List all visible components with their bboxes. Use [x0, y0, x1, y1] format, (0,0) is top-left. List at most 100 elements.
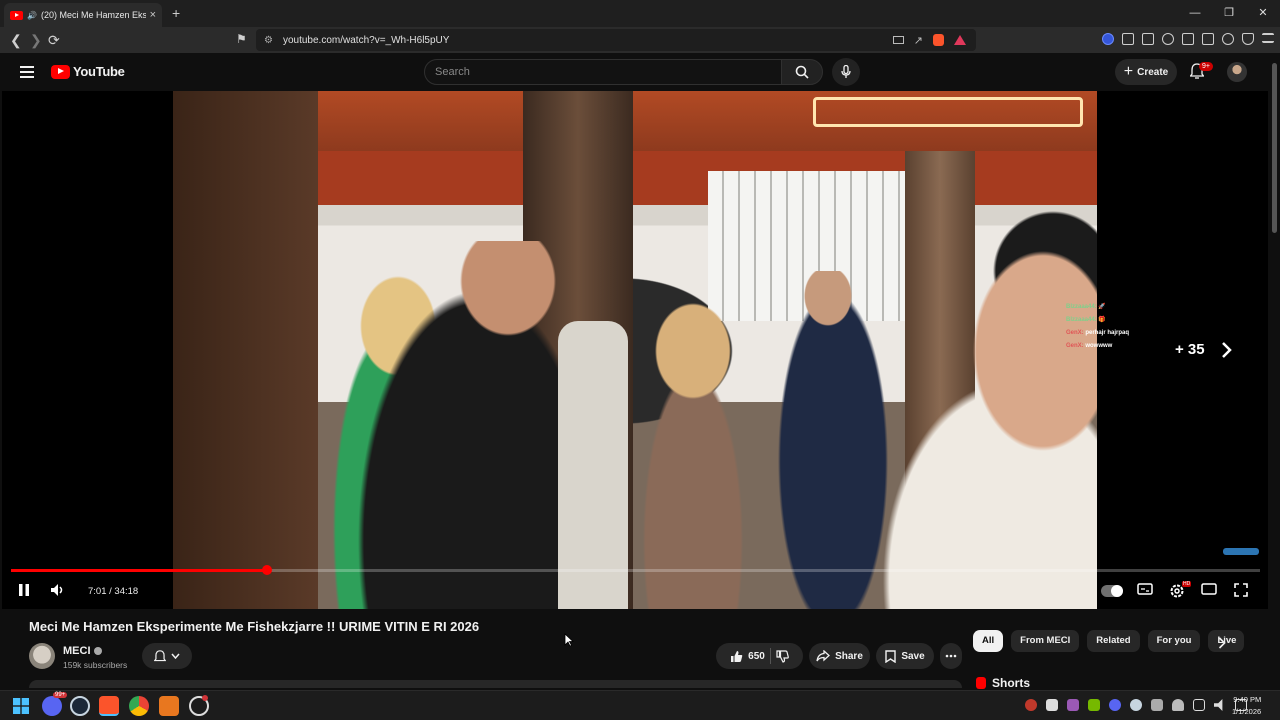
youtube-masthead: YouTube Search + Create 9+ — [0, 53, 1270, 91]
search-input[interactable]: Search — [424, 59, 782, 85]
system-clock[interactable]: 9:40 PM 1/1/2026 — [1232, 694, 1261, 718]
chat-user: Blzzaaa44: — [1066, 304, 1097, 310]
extensions-icon[interactable] — [1122, 33, 1134, 45]
sidebar-icon[interactable] — [1182, 33, 1194, 45]
tray-app-icon[interactable] — [1025, 699, 1037, 711]
app-launcher-icon[interactable] — [159, 696, 179, 716]
music-icon[interactable] — [1162, 33, 1174, 45]
thumbs-down-icon[interactable] — [776, 649, 789, 663]
youtube-wordmark: YouTube — [73, 64, 125, 79]
autoplay-toggle[interactable] — [1101, 585, 1123, 597]
description-box[interactable] — [29, 680, 962, 688]
scene-light — [813, 97, 1083, 127]
scrubber-handle[interactable] — [261, 565, 272, 575]
voice-search-button[interactable] — [832, 58, 860, 86]
share-page-icon[interactable]: ↗ — [914, 34, 923, 47]
browser-tab[interactable]: 🔊 (20) Meci Me Hamzen Eksperi × — [4, 3, 162, 27]
save-button[interactable]: Save — [876, 643, 934, 669]
window-close-icon[interactable]: ✕ — [1246, 0, 1280, 27]
chat-line: GenX: wowwww — [1066, 340, 1129, 353]
chat-user: GenX: — [1066, 330, 1084, 336]
video-player[interactable]: Blzzaaa44: 🚀 Blzzaaa44: 🎁 GenX: perhajr … — [2, 91, 1268, 609]
channel-name[interactable]: MECI — [63, 645, 91, 657]
chip-live[interactable]: Live — [1208, 630, 1245, 652]
bookmark-icon[interactable]: ⚑ — [236, 32, 247, 46]
theater-mode-icon[interactable] — [1201, 583, 1217, 595]
windows-start-icon[interactable] — [13, 698, 29, 714]
fullscreen-icon[interactable] — [1234, 583, 1248, 597]
tray-steam-icon[interactable] — [1130, 699, 1142, 711]
tray-mail-icon[interactable] — [1046, 699, 1058, 711]
tray-pen-icon[interactable] — [1067, 699, 1079, 711]
obs-alert-dot — [202, 695, 208, 701]
site-settings-icon[interactable]: ⚙ — [264, 35, 273, 46]
vpn-icon[interactable] — [1102, 33, 1114, 45]
back-icon[interactable]: ❮ — [10, 32, 22, 49]
wallet-icon[interactable] — [1202, 33, 1214, 45]
channel-avatar[interactable] — [29, 643, 55, 669]
thumbs-up-icon[interactable] — [730, 650, 743, 663]
chip-related[interactable]: Related — [1087, 630, 1140, 652]
screenshot-icon[interactable] — [1142, 33, 1154, 45]
progress-bar[interactable] — [11, 565, 1260, 575]
subscriber-count: 159k subscribers — [63, 660, 128, 670]
page-scrollbar[interactable] — [1270, 53, 1280, 690]
url-field[interactable]: ⚙ youtube.com/watch?v=_Wh-H6l5pUY ↗ — [256, 29, 976, 51]
shield-icon[interactable] — [1242, 33, 1254, 45]
brave-rewards-icon[interactable] — [954, 35, 966, 45]
volume-tray-icon[interactable] — [1214, 699, 1223, 711]
clock-time: 9:40 PM — [1233, 695, 1262, 704]
steam-icon[interactable] — [70, 696, 90, 716]
speaker-icon[interactable]: 🔊 — [27, 11, 37, 20]
system-tray — [1025, 699, 1247, 711]
chat-overlay: Blzzaaa44: 🚀 Blzzaaa44: 🎁 GenX: perhajr … — [1066, 301, 1129, 353]
chip-for-you[interactable]: For you — [1147, 630, 1201, 652]
chip-from-channel[interactable]: From MECI — [1011, 630, 1080, 652]
search-button[interactable] — [781, 59, 823, 85]
volume-icon[interactable] — [50, 583, 66, 597]
create-button[interactable]: + Create — [1115, 59, 1177, 85]
related-filter-chips: All From MECI Related For you Live — [973, 630, 1245, 652]
tab-close-icon[interactable]: × — [150, 9, 156, 21]
like-count[interactable]: 650 — [748, 651, 765, 662]
reload-icon[interactable]: ⟳ — [48, 32, 60, 49]
time-display: 7:01 / 34:18 — [88, 586, 139, 597]
tray-discord-icon[interactable] — [1109, 699, 1121, 711]
clock-date: 1/1/2026 — [1232, 707, 1262, 716]
shorts-icon — [976, 677, 986, 689]
account-avatar[interactable] — [1227, 62, 1247, 82]
pause-icon[interactable] — [18, 583, 30, 597]
like-dislike-group: 650 — [716, 643, 803, 669]
subscription-notifications-button[interactable] — [142, 643, 192, 669]
subtitles-icon[interactable] — [1137, 583, 1153, 595]
chrome-icon[interactable] — [129, 696, 149, 716]
chips-next-chevron-icon[interactable] — [1218, 637, 1226, 649]
channel-name-row[interactable]: MECI — [63, 645, 102, 657]
mouse-cursor-icon — [564, 633, 574, 647]
chevron-right-icon[interactable] — [1220, 342, 1232, 358]
forward-icon[interactable]: ❯ — [30, 32, 42, 49]
brave-shields-icon[interactable] — [933, 34, 944, 46]
scrollbar-thumb[interactable] — [1272, 63, 1277, 233]
tray-tool-icon[interactable] — [1151, 699, 1163, 711]
live-indicator — [1223, 548, 1259, 555]
more-actions-button[interactable] — [940, 643, 962, 669]
shorts-label: Shorts — [992, 676, 1031, 690]
chip-all[interactable]: All — [973, 630, 1004, 652]
scene-shirt — [558, 321, 628, 609]
new-tab-button[interactable]: + — [172, 5, 180, 21]
nvidia-icon[interactable] — [1088, 699, 1100, 711]
share-button[interactable]: Share — [809, 643, 870, 669]
youtube-logo[interactable]: YouTube — [51, 64, 125, 79]
microphone-tray-icon[interactable] — [1172, 699, 1184, 711]
network-icon[interactable] — [1193, 699, 1205, 711]
restore-icon[interactable]: ❐ — [1212, 0, 1246, 27]
discord-icon[interactable] — [42, 696, 62, 716]
leo-ai-icon[interactable] — [1222, 33, 1234, 45]
brave-browser-icon[interactable] — [99, 696, 119, 716]
bookmark-save-icon — [885, 649, 897, 663]
cast-icon[interactable] — [892, 36, 904, 44]
menu-icon[interactable] — [1262, 33, 1274, 43]
minimize-icon[interactable]: — — [1178, 0, 1212, 27]
guide-menu-icon[interactable] — [20, 66, 34, 78]
